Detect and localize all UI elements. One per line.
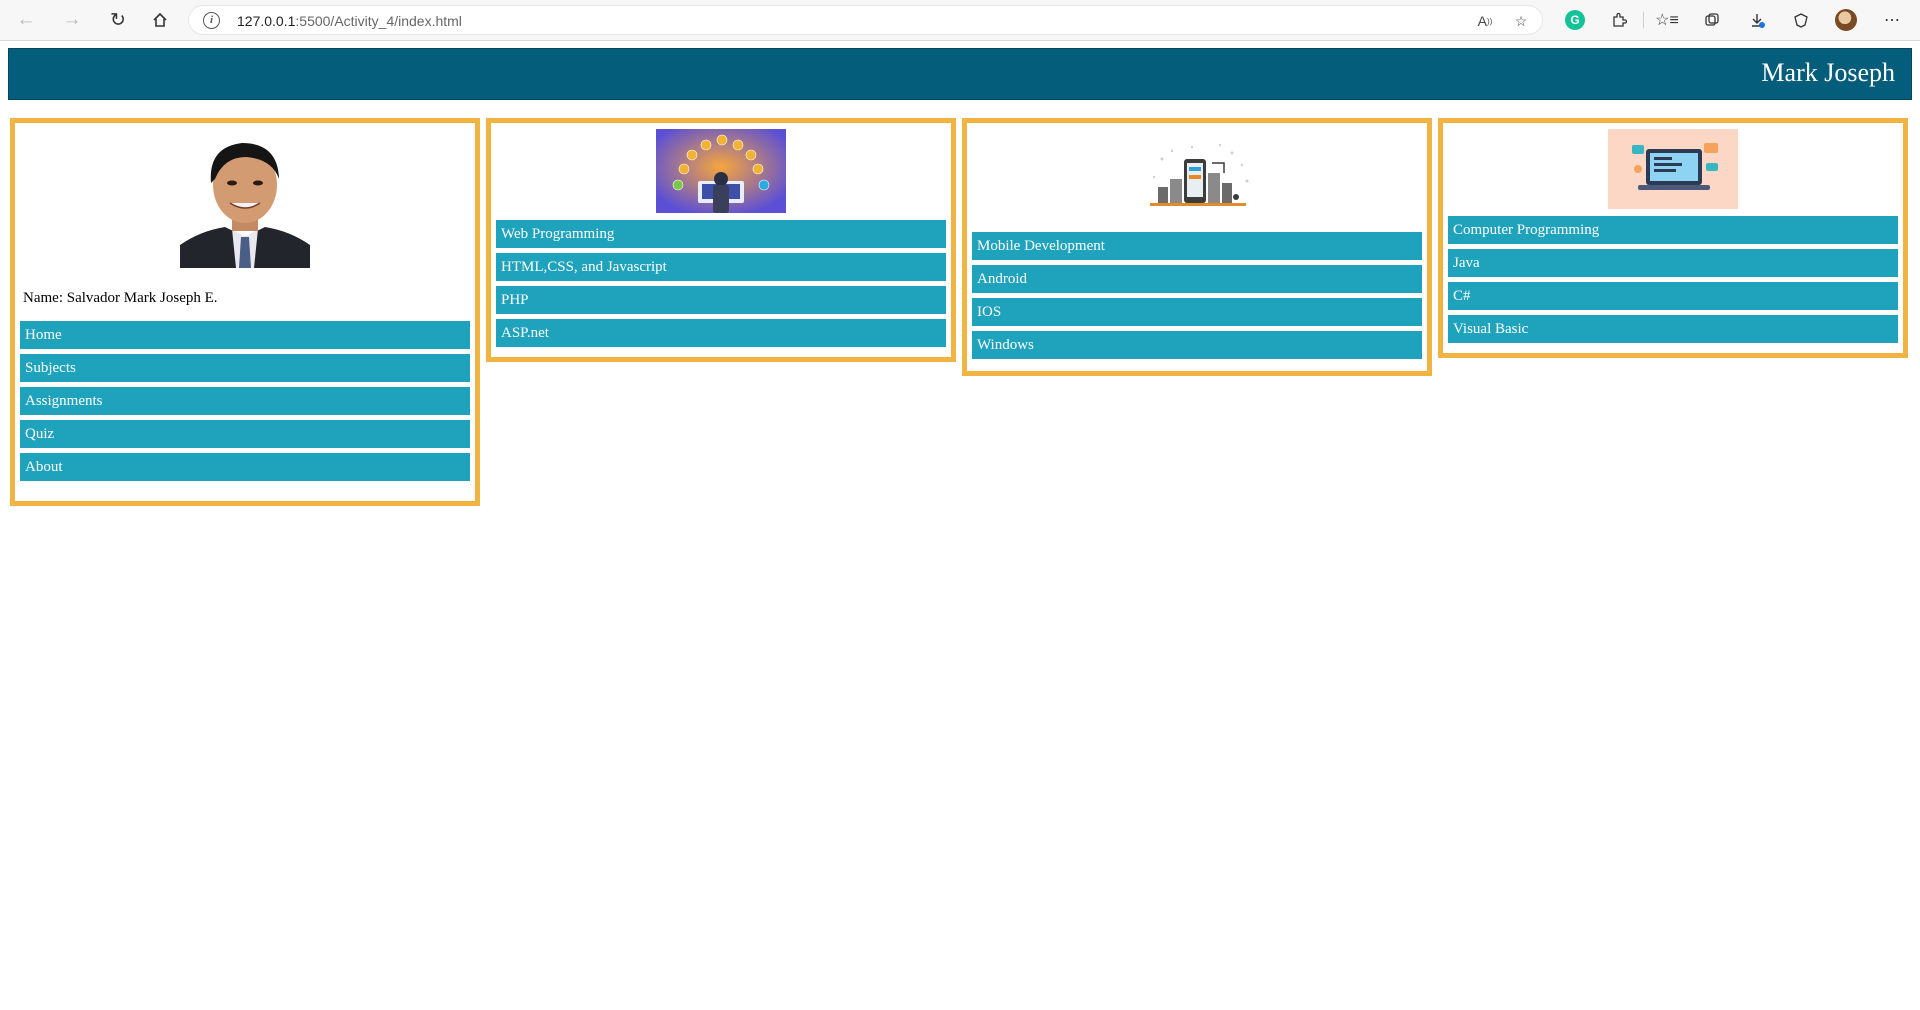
site-header: Mark Joseph — [8, 48, 1912, 100]
programming-item-visual-basic[interactable]: Visual Basic — [1448, 315, 1898, 343]
mobile-item-mobile-development[interactable]: Mobile Development — [972, 232, 1422, 260]
refresh-icon[interactable]: ↻ — [104, 6, 132, 34]
site-brand: Mark Joseph — [1761, 58, 1895, 87]
favorite-add-icon[interactable]: ☆ — [1511, 11, 1531, 31]
nav-item-quiz[interactable]: Quiz — [20, 420, 470, 448]
back-icon[interactable]: ← — [12, 6, 40, 34]
read-aloud-icon[interactable]: A)) — [1475, 11, 1495, 31]
computer-programming-card: Computer Programming Java C# Visual Basi… — [1438, 118, 1908, 358]
browser-essentials-icon[interactable] — [1789, 8, 1813, 32]
info-icon[interactable]: i — [203, 12, 220, 29]
web-programming-illustration — [656, 129, 786, 213]
grammarly-icon[interactable]: G — [1563, 8, 1587, 32]
programming-item-java[interactable]: Java — [1448, 249, 1898, 277]
profile-nav: Home Subjects Assignments Quiz About — [20, 321, 470, 481]
programming-item-csharp[interactable]: C# — [1448, 282, 1898, 310]
more-icon[interactable]: ⋯ — [1880, 8, 1904, 32]
favorites-icon[interactable]: ☆≡ — [1655, 8, 1679, 32]
profile-name: Name: Salvador Mark Joseph E. — [23, 290, 218, 306]
profile-avatar-icon[interactable] — [1834, 8, 1858, 32]
web-item-web-programming[interactable]: Web Programming — [496, 220, 946, 248]
address-bar[interactable]: i 127.0.0.1:5500/Activity_4/index.html A… — [188, 5, 1543, 35]
computer-programming-illustration — [1608, 129, 1738, 209]
home-icon[interactable] — [146, 6, 174, 34]
mobile-development-illustration — [1132, 129, 1262, 225]
mobile-item-android[interactable]: Android — [972, 265, 1422, 293]
profile-card: Name: Salvador Mark Joseph E. Home Subje… — [10, 118, 480, 506]
web-programming-card: Web Programming HTML,CSS, and Javascript… — [486, 118, 956, 362]
mobile-development-card: Mobile Development Android IOS Windows — [962, 118, 1432, 376]
web-item-php[interactable]: PHP — [496, 286, 946, 314]
extensions-icon[interactable] — [1607, 8, 1631, 32]
web-item-html-css-js[interactable]: HTML,CSS, and Javascript — [496, 253, 946, 281]
forward-icon[interactable]: → — [58, 6, 86, 34]
browser-toolbar: ← → ↻ i 127.0.0.1:5500/Activity_4/index.… — [0, 0, 1920, 41]
mobile-item-windows[interactable]: Windows — [972, 331, 1422, 359]
programming-image-wrap — [1448, 129, 1898, 216]
programming-item-computer-programming[interactable]: Computer Programming — [1448, 216, 1898, 244]
web-item-aspnet[interactable]: ASP.net — [496, 319, 946, 347]
nav-item-assignments[interactable]: Assignments — [20, 387, 470, 415]
nav-item-home[interactable]: Home — [20, 321, 470, 349]
mobile-item-ios[interactable]: IOS — [972, 298, 1422, 326]
profile-photo-wrap — [20, 129, 470, 268]
downloads-icon[interactable] — [1745, 8, 1769, 32]
collections-icon[interactable] — [1700, 8, 1724, 32]
url-text[interactable]: 127.0.0.1:5500/Activity_4/index.html — [237, 13, 462, 29]
nav-item-about[interactable]: About — [20, 453, 470, 481]
web-image-wrap — [496, 129, 946, 220]
nav-item-subjects[interactable]: Subjects — [20, 354, 470, 382]
mobile-image-wrap — [972, 129, 1422, 232]
profile-photo — [180, 133, 310, 268]
